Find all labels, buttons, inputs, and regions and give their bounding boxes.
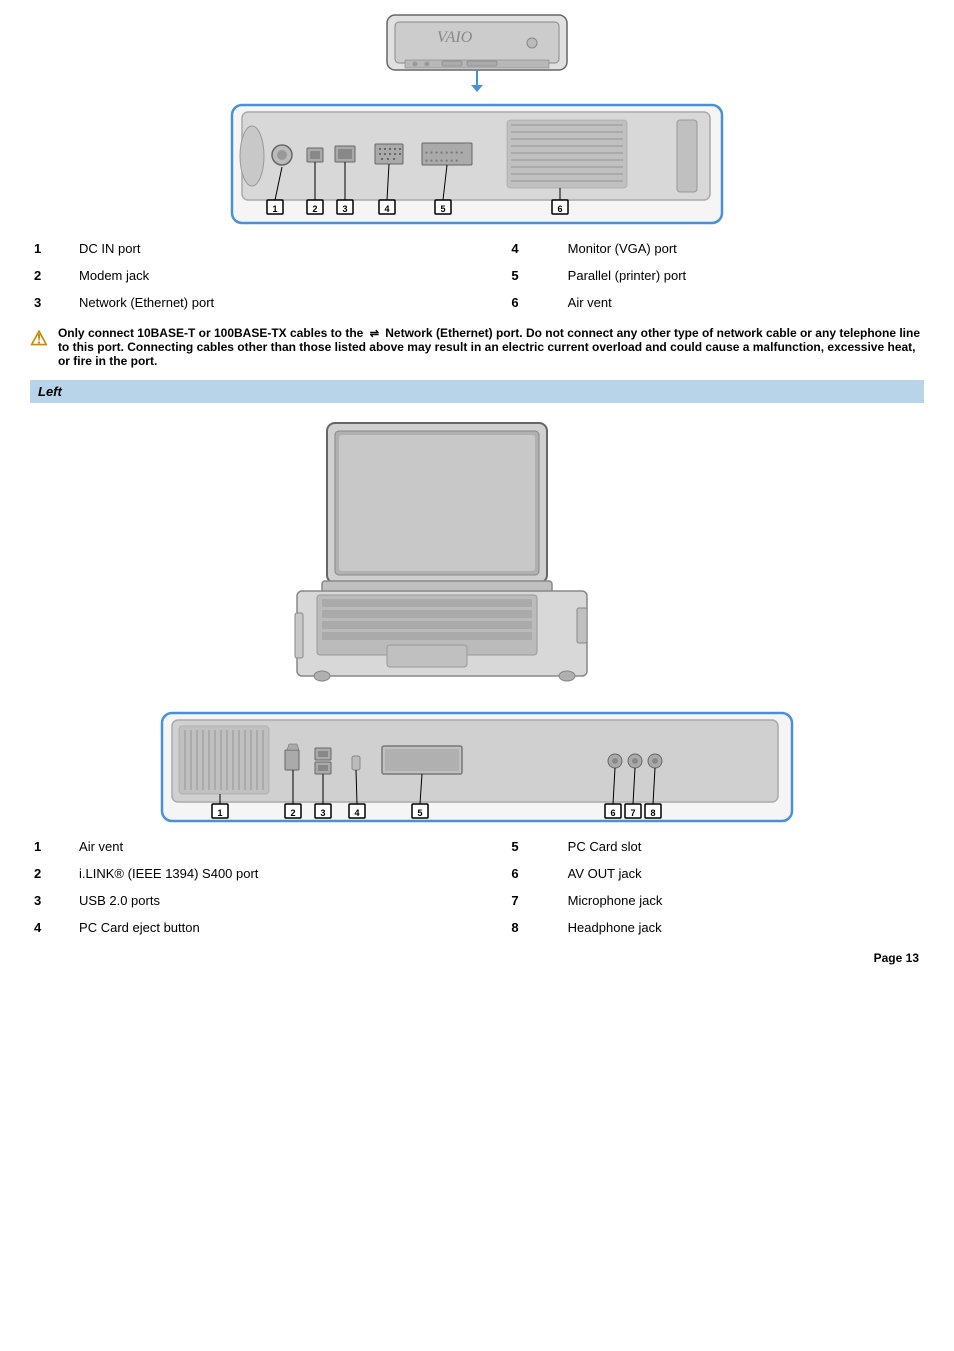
legend-num2-4: 4 <box>471 235 563 262</box>
network-symbol-icon: ⇌ <box>370 328 379 340</box>
svg-text:5: 5 <box>417 808 422 818</box>
svg-text:●●●●●●●●: ●●●●●●●● <box>425 150 465 156</box>
left-legend-desc-1: Air vent <box>75 833 471 860</box>
legend-num2-6: 6 <box>471 289 563 316</box>
legend-row-3: 3 Network (Ethernet) port 6 Air vent <box>30 289 924 316</box>
left-legend-num2-6: 6 <box>471 860 563 887</box>
svg-text:5: 5 <box>440 204 445 214</box>
svg-text:2: 2 <box>312 204 317 214</box>
warning-box: ⚠ Only connect 10BASE-T or 100BASE-TX ca… <box>30 326 924 368</box>
back-legend-table: 1 DC IN port 4 Monitor (VGA) port 2 Mode… <box>30 235 924 316</box>
svg-text:6: 6 <box>557 204 562 214</box>
svg-text:8: 8 <box>650 808 655 818</box>
left-legend-desc2-8: Headphone jack <box>564 914 924 941</box>
warning-text: Only connect 10BASE-T or 100BASE-TX cabl… <box>58 326 924 368</box>
left-legend-table: 1 Air vent 5 PC Card slot 2 i.LINK® (IEE… <box>30 833 924 941</box>
left-legend-desc-3: USB 2.0 ports <box>75 887 471 914</box>
left-legend-row-1: 1 Air vent 5 PC Card slot <box>30 833 924 860</box>
warning-text-1: Only connect 10BASE-T or 100BASE-TX cabl… <box>58 326 363 340</box>
svg-text:1: 1 <box>217 808 222 818</box>
left-section-label: Left <box>38 384 62 399</box>
svg-text:1: 1 <box>272 204 277 214</box>
back-panel-svg: ●●●●●●●● ●●●●●●● 1 2 3 <box>227 100 727 230</box>
svg-text:3: 3 <box>320 808 325 818</box>
left-legend-desc2-5: PC Card slot <box>564 833 924 860</box>
left-legend-num-3: 3 <box>30 887 75 914</box>
left-legend-num2-7: 7 <box>471 887 563 914</box>
left-diagrams-container: 1 2 3 4 5 6 7 8 <box>30 413 924 828</box>
legend-num2-5: 5 <box>471 262 563 289</box>
legend-desc2-4: Monitor (VGA) port <box>564 235 924 262</box>
legend-desc2-5: Parallel (printer) port <box>564 262 924 289</box>
svg-text:●●●●●●●: ●●●●●●● <box>425 158 460 164</box>
svg-text:2: 2 <box>290 808 295 818</box>
svg-text:4: 4 <box>354 808 359 818</box>
legend-num-2: 2 <box>30 262 75 289</box>
left-legend-desc-2: i.LINK® (IEEE 1394) S400 port <box>75 860 471 887</box>
left-panel-diagram-container: 1 2 3 4 5 6 7 8 <box>30 708 924 828</box>
left-legend-row-3: 3 USB 2.0 ports 7 Microphone jack <box>30 887 924 914</box>
left-legend-num2-5: 5 <box>471 833 563 860</box>
left-legend-desc2-6: AV OUT jack <box>564 860 924 887</box>
left-legend-desc2-7: Microphone jack <box>564 887 924 914</box>
left-legend-row-2: 2 i.LINK® (IEEE 1394) S400 port 6 AV OUT… <box>30 860 924 887</box>
left-legend-num-1: 1 <box>30 833 75 860</box>
left-panel-svg: 1 2 3 4 5 6 7 8 <box>157 708 797 828</box>
svg-text:3: 3 <box>342 204 347 214</box>
back-diagram-wrapper: VAIO <box>227 10 727 230</box>
page-number-text: Page 13 <box>874 951 919 965</box>
legend-desc2-6: Air vent <box>564 289 924 316</box>
svg-text:4: 4 <box>384 204 389 214</box>
legend-desc-1: DC IN port <box>75 235 471 262</box>
laptop-left-perspective-svg <box>267 413 687 703</box>
warning-icon: ⚠ <box>30 326 48 351</box>
legend-desc-2: Modem jack <box>75 262 471 289</box>
page-number: Page 13 <box>30 951 924 965</box>
left-legend-num-4: 4 <box>30 914 75 941</box>
svg-text:7: 7 <box>630 808 635 818</box>
svg-text:VAIO: VAIO <box>437 29 473 46</box>
legend-row-1: 1 DC IN port 4 Monitor (VGA) port <box>30 235 924 262</box>
left-legend-num-2: 2 <box>30 860 75 887</box>
laptop-top-svg: VAIO <box>337 10 617 100</box>
left-legend-desc-4: PC Card eject button <box>75 914 471 941</box>
left-laptop-diagram-container <box>30 413 924 703</box>
left-legend-num2-8: 8 <box>471 914 563 941</box>
left-legend-row-4: 4 PC Card eject button 8 Headphone jack <box>30 914 924 941</box>
left-section-header: Left <box>30 380 924 403</box>
legend-row-2: 2 Modem jack 5 Parallel (printer) port <box>30 262 924 289</box>
legend-desc-3: Network (Ethernet) port <box>75 289 471 316</box>
top-view-container: VAIO <box>30 10 924 230</box>
legend-num-1: 1 <box>30 235 75 262</box>
legend-num-3: 3 <box>30 289 75 316</box>
svg-text:6: 6 <box>610 808 615 818</box>
